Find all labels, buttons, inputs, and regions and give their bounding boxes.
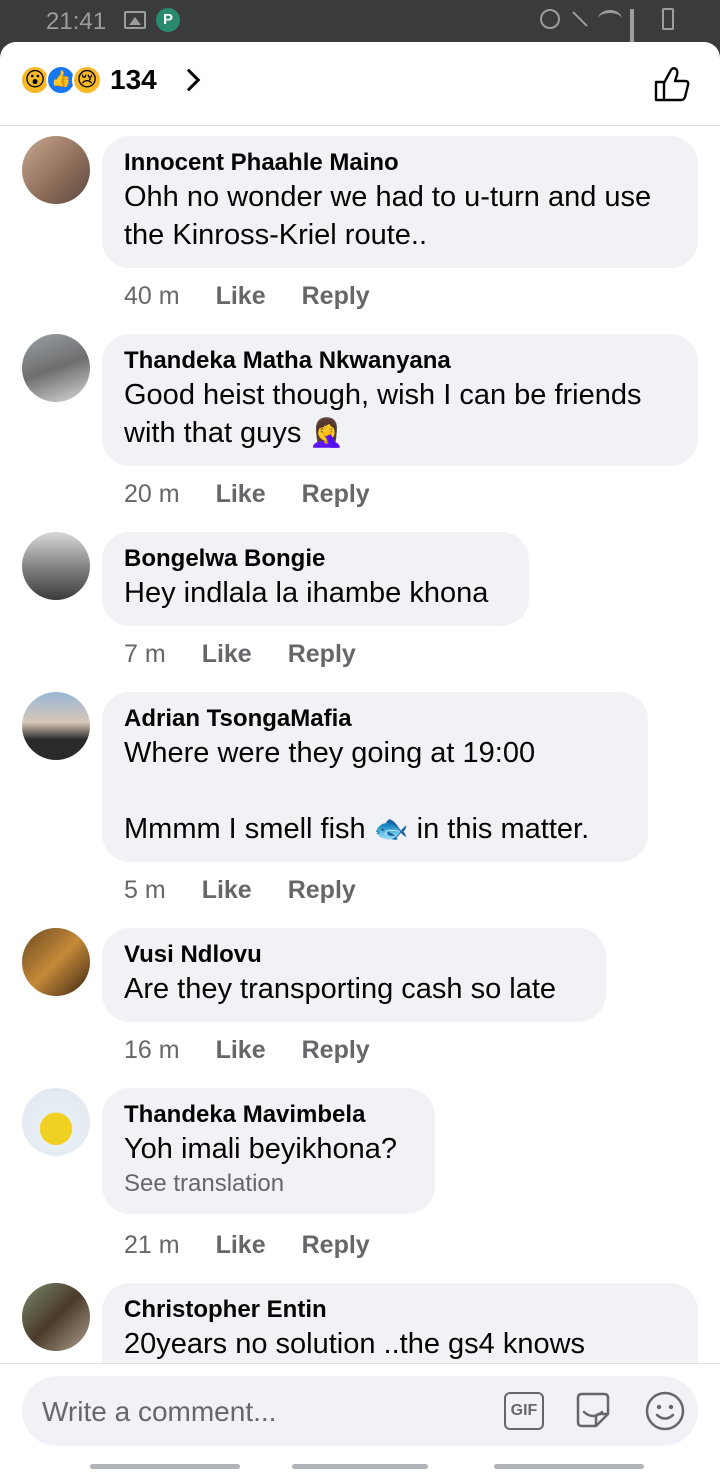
commenter-name[interactable]: Innocent Phaahle Maino: [124, 148, 676, 178]
like-link[interactable]: Like: [216, 282, 266, 311]
comment-time: 20 m: [124, 480, 180, 508]
signal-icon: [630, 9, 654, 56]
comment-actions: 40 m Like Reply: [124, 282, 370, 311]
mute-icon: [568, 8, 590, 30]
comment-bubble: Adrian TsongaMafia Where were they going…: [102, 692, 648, 862]
avatar[interactable]: [22, 334, 90, 402]
nav-recents[interactable]: [90, 1464, 240, 1469]
like-button-icon[interactable]: [654, 66, 692, 102]
sad-reaction-icon: 😢: [72, 65, 102, 95]
avatar[interactable]: [22, 928, 90, 996]
status-bar: 21:41 P: [0, 0, 720, 56]
comment-actions: 7 m Like Reply: [124, 640, 356, 669]
comments-header: 😮 👍 😢 134: [0, 42, 720, 126]
comment-bubble: Christopher Entin 20years no solution ..…: [102, 1283, 698, 1363]
like-link[interactable]: Like: [202, 640, 252, 669]
sticker-icon[interactable]: [572, 1390, 614, 1432]
commenter-name[interactable]: Christopher Entin: [124, 1295, 676, 1325]
comment-list: Innocent Phaahle Maino Ohh no wonder we …: [0, 127, 720, 1363]
comment-text: 20years no solution ..the gs4 knows: [124, 1328, 586, 1360]
avatar[interactable]: [22, 136, 90, 204]
comment-time: 7 m: [124, 640, 166, 668]
reply-link[interactable]: Reply: [302, 282, 370, 311]
comment-actions: 21 m Like Reply: [124, 1231, 370, 1260]
avatar[interactable]: [22, 1088, 90, 1156]
comments-sheet: 😮 👍 😢 134 Innocent Phaahle Maino Ohh no …: [0, 42, 720, 1480]
status-icons: [540, 8, 674, 56]
comment-actions: 20 m Like Reply: [124, 480, 370, 509]
reply-link[interactable]: Reply: [302, 1036, 370, 1065]
commenter-name[interactable]: Thandeka Mavimbela: [124, 1100, 413, 1130]
comment-actions: 5 m Like Reply: [124, 876, 356, 905]
reaction-summary[interactable]: 😮 👍 😢 134: [20, 64, 201, 96]
app-notification-icon: P: [156, 8, 180, 32]
comment-bubble: Bongelwa Bongie Hey indlala la ihambe kh…: [102, 532, 529, 626]
like-link[interactable]: Like: [202, 876, 252, 905]
comment-bubble: Vusi Ndlovu Are they transporting cash s…: [102, 928, 606, 1022]
nav-home[interactable]: [292, 1464, 428, 1469]
comment-text: Hey indlala la ihambe khona: [124, 577, 489, 609]
reply-link[interactable]: Reply: [302, 480, 370, 509]
comment-text-line2: Mmmm I smell fish 🐟 in this matter.: [124, 813, 590, 845]
comment-input[interactable]: [42, 1392, 482, 1432]
comment-text: Are they transporting cash so late: [124, 973, 557, 1005]
battery-icon: [662, 8, 674, 30]
fish-emoji-icon: 🐟: [373, 813, 409, 844]
commenter-name[interactable]: Bongelwa Bongie: [124, 544, 507, 574]
comment-actions: 16 m Like Reply: [124, 1036, 370, 1065]
reply-link[interactable]: Reply: [288, 876, 356, 905]
avatar[interactable]: [22, 532, 90, 600]
comment-bubble: Thandeka Matha Nkwanyana Good heist thou…: [102, 334, 698, 466]
status-time: 21:41: [46, 8, 107, 35]
gallery-icon: [124, 11, 146, 29]
comment-text: Ohh no wonder we had to u-turn and use t…: [124, 181, 652, 251]
avatar[interactable]: [22, 1283, 90, 1351]
emoji-icon[interactable]: [644, 1390, 686, 1432]
comment-text: Yoh imali beyikhona?: [124, 1133, 398, 1165]
gif-button[interactable]: GIF: [504, 1392, 544, 1430]
like-link[interactable]: Like: [216, 1231, 266, 1260]
commenter-name[interactable]: Adrian TsongaMafia: [124, 704, 626, 734]
wifi-icon: [598, 10, 622, 28]
comment-time: 5 m: [124, 876, 166, 904]
comment-composer: GIF: [22, 1376, 698, 1446]
comment-time: 21 m: [124, 1231, 180, 1259]
nav-back[interactable]: [494, 1464, 644, 1469]
comment-text-line1: Where were they going at 19:00: [124, 737, 536, 769]
alarm-icon: [540, 9, 560, 29]
comment-spacer: [124, 772, 626, 810]
commenter-name[interactable]: Vusi Ndlovu: [124, 940, 584, 970]
system-nav-bar: [0, 1454, 720, 1480]
chevron-right-icon: [177, 68, 201, 92]
facepalm-emoji-icon: 🤦‍♀️: [309, 417, 345, 448]
comment-text: Good heist though, wish I can be friends…: [124, 379, 642, 449]
comment-bubble: Thandeka Mavimbela Yoh imali beyikhona? …: [102, 1088, 435, 1214]
see-translation-link[interactable]: See translation: [124, 1168, 413, 1200]
like-link[interactable]: Like: [216, 480, 266, 509]
reply-link[interactable]: Reply: [302, 1231, 370, 1260]
like-link[interactable]: Like: [216, 1036, 266, 1065]
reply-link[interactable]: Reply: [288, 640, 356, 669]
comment-bubble: Innocent Phaahle Maino Ohh no wonder we …: [102, 136, 698, 268]
avatar[interactable]: [22, 692, 90, 760]
comment-time: 40 m: [124, 282, 180, 310]
reaction-count: 134: [110, 64, 157, 95]
commenter-name[interactable]: Thandeka Matha Nkwanyana: [124, 346, 676, 376]
comment-time: 16 m: [124, 1036, 180, 1064]
